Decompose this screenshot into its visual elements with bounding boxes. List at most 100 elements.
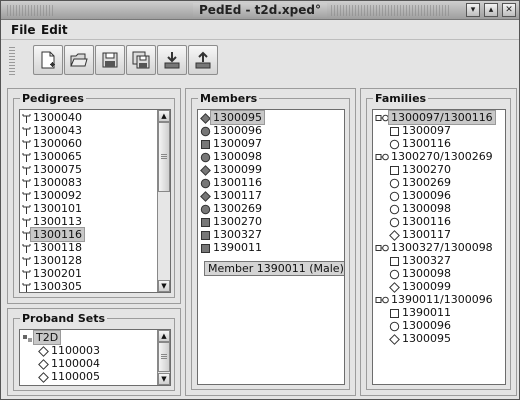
pedigree-item[interactable]: 1300201 — [22, 267, 84, 280]
scroll-down-button[interactable]: ▼ — [158, 373, 170, 385]
member-item[interactable]: 1300117 — [200, 189, 264, 202]
family-item[interactable]: 1300270/1300269 — [375, 150, 495, 163]
member-item[interactable]: 1300269 — [200, 202, 264, 215]
toolbar-grip[interactable] — [9, 47, 15, 77]
family-member-item-label: 1300117 — [402, 228, 451, 241]
pedigree-item[interactable]: 1300092 — [22, 189, 84, 202]
family-member-item[interactable]: 1300117 — [389, 228, 453, 241]
family-member-item[interactable]: 1300269 — [389, 176, 453, 189]
save-button[interactable] — [95, 45, 125, 75]
family-member-item[interactable]: 1300096 — [389, 319, 453, 332]
circle-icon — [200, 178, 211, 188]
save-as-button[interactable] — [126, 45, 156, 75]
pedigree-item[interactable]: 1300083 — [22, 176, 84, 189]
pedigrees-scrollbar[interactable]: ▲ ▼ — [157, 110, 170, 292]
menu-file[interactable]: File — [11, 23, 36, 37]
pedigree-icon — [22, 204, 31, 214]
pedigree-item[interactable]: 1300065 — [22, 150, 84, 163]
family-member-item-label: 1300096 — [402, 189, 451, 202]
family-item[interactable]: 1300097/1300116 — [375, 110, 496, 125]
pedigree-item-label: 1300065 — [33, 150, 82, 163]
pedigree-item-label: 1300118 — [33, 241, 82, 254]
family-item-label: 1300327/1300098 — [391, 241, 493, 254]
family-member-item-label: 1300270 — [402, 163, 451, 176]
proband-item[interactable]: 1100004 — [38, 357, 102, 370]
member-item[interactable]: 1390011 — [200, 241, 264, 254]
pedigree-item[interactable]: 1300101 — [22, 202, 84, 215]
close-icon: ✕ — [505, 5, 513, 15]
pedigree-item[interactable]: 1300043 — [22, 124, 84, 137]
family-member-item[interactable]: 1300097 — [389, 124, 453, 137]
proband-item[interactable]: 1100005 — [38, 370, 102, 383]
menu-edit[interactable]: Edit — [41, 23, 68, 37]
pedigree-item[interactable]: 1300075 — [22, 163, 84, 176]
minimize-button[interactable]: ▾ — [466, 3, 480, 17]
pedigree-item[interactable]: 1300116 — [22, 227, 85, 242]
family-item[interactable]: 1390011/1300096 — [375, 293, 495, 306]
member-item[interactable]: 1300098 — [200, 150, 264, 163]
member-item[interactable]: 1300095 — [200, 110, 265, 125]
proband-sets-tree[interactable]: ▲ ▼ T2D 1100003 1100004 1100005 — [19, 329, 171, 386]
member-item[interactable]: 1300099 — [200, 163, 264, 176]
proband-sets-panel: Proband Sets ▲ ▼ T2D 1100003 1100004 110000… — [7, 308, 181, 396]
square-icon — [201, 230, 210, 240]
family-member-item[interactable]: 1300099 — [389, 280, 453, 293]
open-button[interactable] — [64, 45, 94, 75]
proband-set-root[interactable]: T2D — [22, 330, 62, 345]
member-item-label: 1300327 — [213, 228, 262, 241]
pedigrees-list[interactable]: ▲ ▼ 1300040 1300043 1300060 1300065 1300075 1… — [19, 109, 171, 293]
family-member-item[interactable]: 1300098 — [389, 267, 453, 280]
members-title: Members — [198, 92, 260, 105]
members-list[interactable]: 1300095 1300096 1300097 1300098 1300099 13001… — [197, 109, 345, 385]
import-button[interactable] — [157, 45, 187, 75]
export-icon — [195, 51, 211, 69]
arrow-up-icon: ▲ — [161, 332, 167, 340]
family-member-item[interactable]: 1390011 — [389, 306, 453, 319]
square-icon — [390, 126, 399, 136]
pedigree-icon — [22, 113, 31, 123]
family-member-item-label: 1300098 — [402, 202, 451, 215]
circle-icon — [200, 204, 211, 214]
family-member-item-label: 1300096 — [402, 319, 451, 332]
member-item-label: 1300099 — [213, 163, 262, 176]
save-icon — [102, 52, 118, 68]
family-member-item[interactable]: 1300116 — [389, 215, 453, 228]
pedigree-item[interactable]: 1300060 — [22, 137, 84, 150]
scroll-thumb[interactable] — [158, 342, 170, 372]
member-item[interactable]: 1300097 — [200, 137, 264, 150]
circle-icon — [389, 191, 400, 201]
arrow-up-icon: ▲ — [161, 112, 167, 120]
minimize-icon: ▾ — [470, 5, 476, 15]
scroll-up-button[interactable]: ▲ — [158, 330, 170, 342]
family-member-item[interactable]: 1300116 — [389, 137, 453, 150]
families-tree[interactable]: 1300097/1300116 1300097 1300116 1300270/130… — [372, 109, 506, 385]
pedigree-item[interactable]: 1300128 — [22, 254, 84, 267]
scroll-down-button[interactable]: ▼ — [158, 280, 170, 292]
proband-scrollbar[interactable]: ▲ ▼ — [157, 330, 170, 385]
pedigree-item[interactable]: 1300040 — [22, 111, 84, 124]
family-member-item[interactable]: 1300327 — [389, 254, 453, 267]
family-member-item[interactable]: 1300270 — [389, 163, 453, 176]
member-item[interactable]: 1300116 — [200, 176, 264, 189]
new-button[interactable] — [33, 45, 63, 75]
close-button[interactable]: ✕ — [502, 3, 516, 17]
pedigrees-panel: Pedigrees ▲ ▼ 1300040 1300043 1300060 13000… — [7, 88, 181, 304]
family-member-item[interactable]: 1300098 — [389, 202, 453, 215]
title-bar[interactable]: PedEd - t2d.xped° ▾ ▴ ✕ — [1, 1, 519, 20]
scroll-thumb[interactable] — [158, 122, 170, 192]
arrow-down-icon: ▼ — [161, 375, 167, 383]
export-button[interactable] — [188, 45, 218, 75]
member-item[interactable]: 1300270 — [200, 215, 264, 228]
family-item[interactable]: 1300327/1300098 — [375, 241, 495, 254]
member-item[interactable]: 1300096 — [200, 124, 264, 137]
pedigree-item[interactable]: 1300113 — [22, 215, 84, 228]
member-item[interactable]: 1300327 — [200, 228, 264, 241]
member-item-label: 1300096 — [213, 124, 262, 137]
scroll-up-button[interactable]: ▲ — [158, 110, 170, 122]
proband-item[interactable]: 1100003 — [38, 344, 102, 357]
pedigree-item[interactable]: 1300305 — [22, 280, 84, 292]
pedigree-item[interactable]: 1300118 — [22, 241, 84, 254]
family-member-item[interactable]: 1300096 — [389, 189, 453, 202]
maximize-button[interactable]: ▴ — [484, 3, 498, 17]
family-member-item[interactable]: 1300095 — [389, 332, 453, 345]
